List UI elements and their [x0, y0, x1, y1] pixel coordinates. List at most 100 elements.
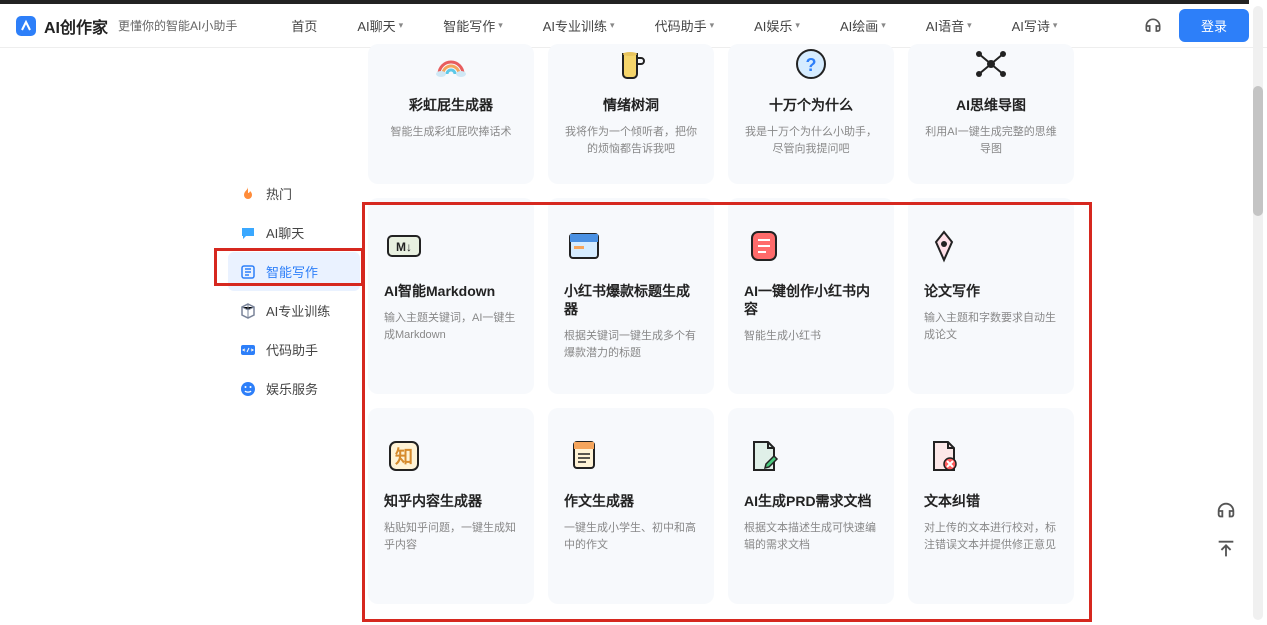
card-essay[interactable]: 作文生成器 一键生成小学生、初中和高中的作文 — [548, 408, 714, 604]
card-desc: 一键生成小学生、初中和高中的作文 — [564, 520, 698, 553]
support-icon[interactable] — [1143, 16, 1163, 36]
chevron-down-icon: ▾ — [967, 20, 972, 31]
nav-poetry[interactable]: AI写诗▾ — [992, 16, 1078, 35]
card-desc: 智能生成彩虹屁吹捧话术 — [382, 124, 520, 141]
chevron-down-icon: ▾ — [399, 20, 404, 31]
float-actions — [1215, 500, 1237, 560]
card-desc: 对上传的文本进行校对，标注错误文本并提供修正意见 — [924, 520, 1058, 553]
code-icon — [240, 342, 256, 358]
card-rainbow[interactable]: 彩虹屁生成器 智能生成彩虹屁吹捧话术 — [368, 44, 534, 184]
card-desc: 根据文本描述生成可快速编辑的需求文档 — [744, 520, 878, 553]
card-title: 情绪树洞 — [562, 96, 700, 114]
card-title: 小红书爆款标题生成器 — [564, 282, 698, 318]
card-thesis[interactable]: 论文写作 输入主题和字数要求自动生成论文 — [908, 198, 1074, 394]
back-to-top-icon[interactable] — [1215, 538, 1237, 560]
window-icon — [564, 226, 604, 266]
card-title: 作文生成器 — [564, 492, 698, 510]
chevron-down-icon: ▾ — [610, 20, 615, 31]
chevron-down-icon: ▾ — [795, 20, 800, 31]
card-title: 论文写作 — [924, 282, 1058, 300]
card-row-top: 彩虹屁生成器 智能生成彩虹屁吹捧话术 情绪树洞 我将作为一个倾听者，把你的烦恼都… — [368, 44, 1088, 184]
card-title: AI智能Markdown — [384, 282, 518, 300]
support-float-icon[interactable] — [1215, 500, 1237, 522]
logo-text: AI创作家 — [44, 14, 108, 38]
card-desc: 输入主题和字数要求自动生成论文 — [924, 310, 1058, 343]
card-correction[interactable]: 文本纠错 对上传的文本进行校对，标注错误文本并提供修正意见 — [908, 408, 1074, 604]
markdown-icon: M↓ — [384, 226, 424, 266]
svg-text:知: 知 — [395, 446, 413, 467]
nav-painting[interactable]: AI绘画▾ — [820, 16, 906, 35]
chevron-down-icon: ▾ — [710, 20, 715, 31]
sidebar-item-label: AI聊天 — [266, 223, 304, 242]
card-title: 十万个为什么 — [742, 96, 880, 114]
card-desc: 我是十万个为什么小助手，尽管向我提问吧 — [742, 124, 880, 157]
card-xiaohongshu-title[interactable]: 小红书爆款标题生成器 根据关键词一键生成多个有爆款潜力的标题 — [548, 198, 714, 394]
fire-icon — [240, 186, 256, 202]
note-icon — [744, 226, 784, 266]
card-title: AI一键创作小红书内容 — [744, 282, 878, 318]
card-zhihu[interactable]: 知 知乎内容生成器 粘贴知乎问题，一键生成知乎内容 — [368, 408, 534, 604]
card-title: 知乎内容生成器 — [384, 492, 518, 510]
sidebar-item-label: 智能写作 — [266, 262, 318, 281]
nav-code[interactable]: 代码助手▾ — [635, 16, 735, 35]
card-desc: 利用AI一键生成完整的思维导图 — [922, 124, 1060, 157]
chevron-down-icon: ▾ — [498, 20, 503, 31]
sidebar-item-aichat[interactable]: AI聊天 — [228, 213, 360, 252]
chevron-down-icon: ▾ — [881, 20, 886, 31]
card-xiaohongshu-content[interactable]: AI一键创作小红书内容 智能生成小红书 — [728, 198, 894, 394]
card-markdown[interactable]: M↓ AI智能Markdown 输入主题关键词，AI一键生成Markdown — [368, 198, 534, 394]
edit-icon — [240, 264, 256, 280]
sidebar-item-label: AI专业训练 — [266, 301, 330, 320]
card-whyquestion[interactable]: ? 十万个为什么 我是十万个为什么小助手，尽管向我提问吧 — [728, 44, 894, 184]
sidebar-item-entertainment[interactable]: 娱乐服务 — [228, 369, 360, 408]
nav-aichat[interactable]: AI聊天▾ — [337, 16, 423, 35]
cards-area: 彩虹屁生成器 智能生成彩虹屁吹捧话术 情绪树洞 我将作为一个倾听者，把你的烦恼都… — [368, 44, 1088, 618]
card-desc: 智能生成小红书 — [744, 328, 878, 345]
card-desc: 粘贴知乎问题，一键生成知乎内容 — [384, 520, 518, 553]
svg-text:?: ? — [806, 55, 817, 75]
nav-training[interactable]: AI专业训练▾ — [523, 16, 635, 35]
top-nav: 首页 AI聊天▾ 智能写作▾ AI专业训练▾ 代码助手▾ AI娱乐▾ AI绘画▾… — [271, 16, 1143, 35]
logo-icon — [14, 14, 38, 38]
sidebar-item-training[interactable]: AI专业训练 — [228, 291, 360, 330]
nav-voice[interactable]: AI语音▾ — [906, 16, 992, 35]
cube-icon — [240, 303, 256, 319]
header: AI创作家 更懂你的智能AI小助手 首页 AI聊天▾ 智能写作▾ AI专业训练▾… — [0, 4, 1267, 48]
card-title: AI思维导图 — [922, 96, 1060, 114]
sidebar-item-label: 热门 — [266, 184, 292, 203]
nav-entertainment[interactable]: AI娱乐▾ — [734, 16, 820, 35]
svg-text:M↓: M↓ — [396, 240, 412, 254]
card-title: 文本纠错 — [924, 492, 1058, 510]
chevron-down-icon: ▾ — [1053, 20, 1058, 31]
file-error-icon — [924, 436, 964, 476]
nav-home[interactable]: 首页 — [271, 16, 337, 35]
card-desc: 输入主题关键词，AI一键生成Markdown — [384, 310, 518, 343]
card-emotion[interactable]: 情绪树洞 我将作为一个倾听者，把你的烦恼都告诉我吧 — [548, 44, 714, 184]
login-button[interactable]: 登录 — [1179, 9, 1249, 42]
cup-icon — [611, 44, 651, 84]
slogan: 更懂你的智能AI小助手 — [118, 17, 237, 34]
chat-icon — [240, 225, 256, 241]
logo[interactable]: AI创作家 — [14, 14, 108, 38]
sidebar-item-label: 娱乐服务 — [266, 379, 318, 398]
card-title: 彩虹屁生成器 — [382, 96, 520, 114]
mindmap-icon — [971, 44, 1011, 84]
card-title: AI生成PRD需求文档 — [744, 492, 878, 510]
card-desc: 根据关键词一键生成多个有爆款潜力的标题 — [564, 328, 698, 361]
sidebar-item-hot[interactable]: 热门 — [228, 174, 360, 213]
card-prd[interactable]: AI生成PRD需求文档 根据文本描述生成可快速编辑的需求文档 — [728, 408, 894, 604]
rainbow-icon — [431, 44, 471, 84]
scrollbar-thumb[interactable] — [1253, 86, 1263, 216]
sidebar: 热门 AI聊天 智能写作 AI专业训练 代码助手 娱乐服务 — [228, 174, 360, 408]
sidebar-item-writing[interactable]: 智能写作 — [228, 252, 360, 291]
file-edit-icon — [744, 436, 784, 476]
document-icon — [564, 436, 604, 476]
card-mindmap[interactable]: AI思维导图 利用AI一键生成完整的思维导图 — [908, 44, 1074, 184]
pen-icon — [924, 226, 964, 266]
sidebar-item-code[interactable]: 代码助手 — [228, 330, 360, 369]
question-icon: ? — [791, 44, 831, 84]
nav-writing[interactable]: 智能写作▾ — [423, 16, 523, 35]
smile-icon — [240, 381, 256, 397]
card-row-3: 知 知乎内容生成器 粘贴知乎问题，一键生成知乎内容 作文生成器 一键生成小学生、… — [368, 408, 1088, 604]
sidebar-item-label: 代码助手 — [266, 340, 318, 359]
